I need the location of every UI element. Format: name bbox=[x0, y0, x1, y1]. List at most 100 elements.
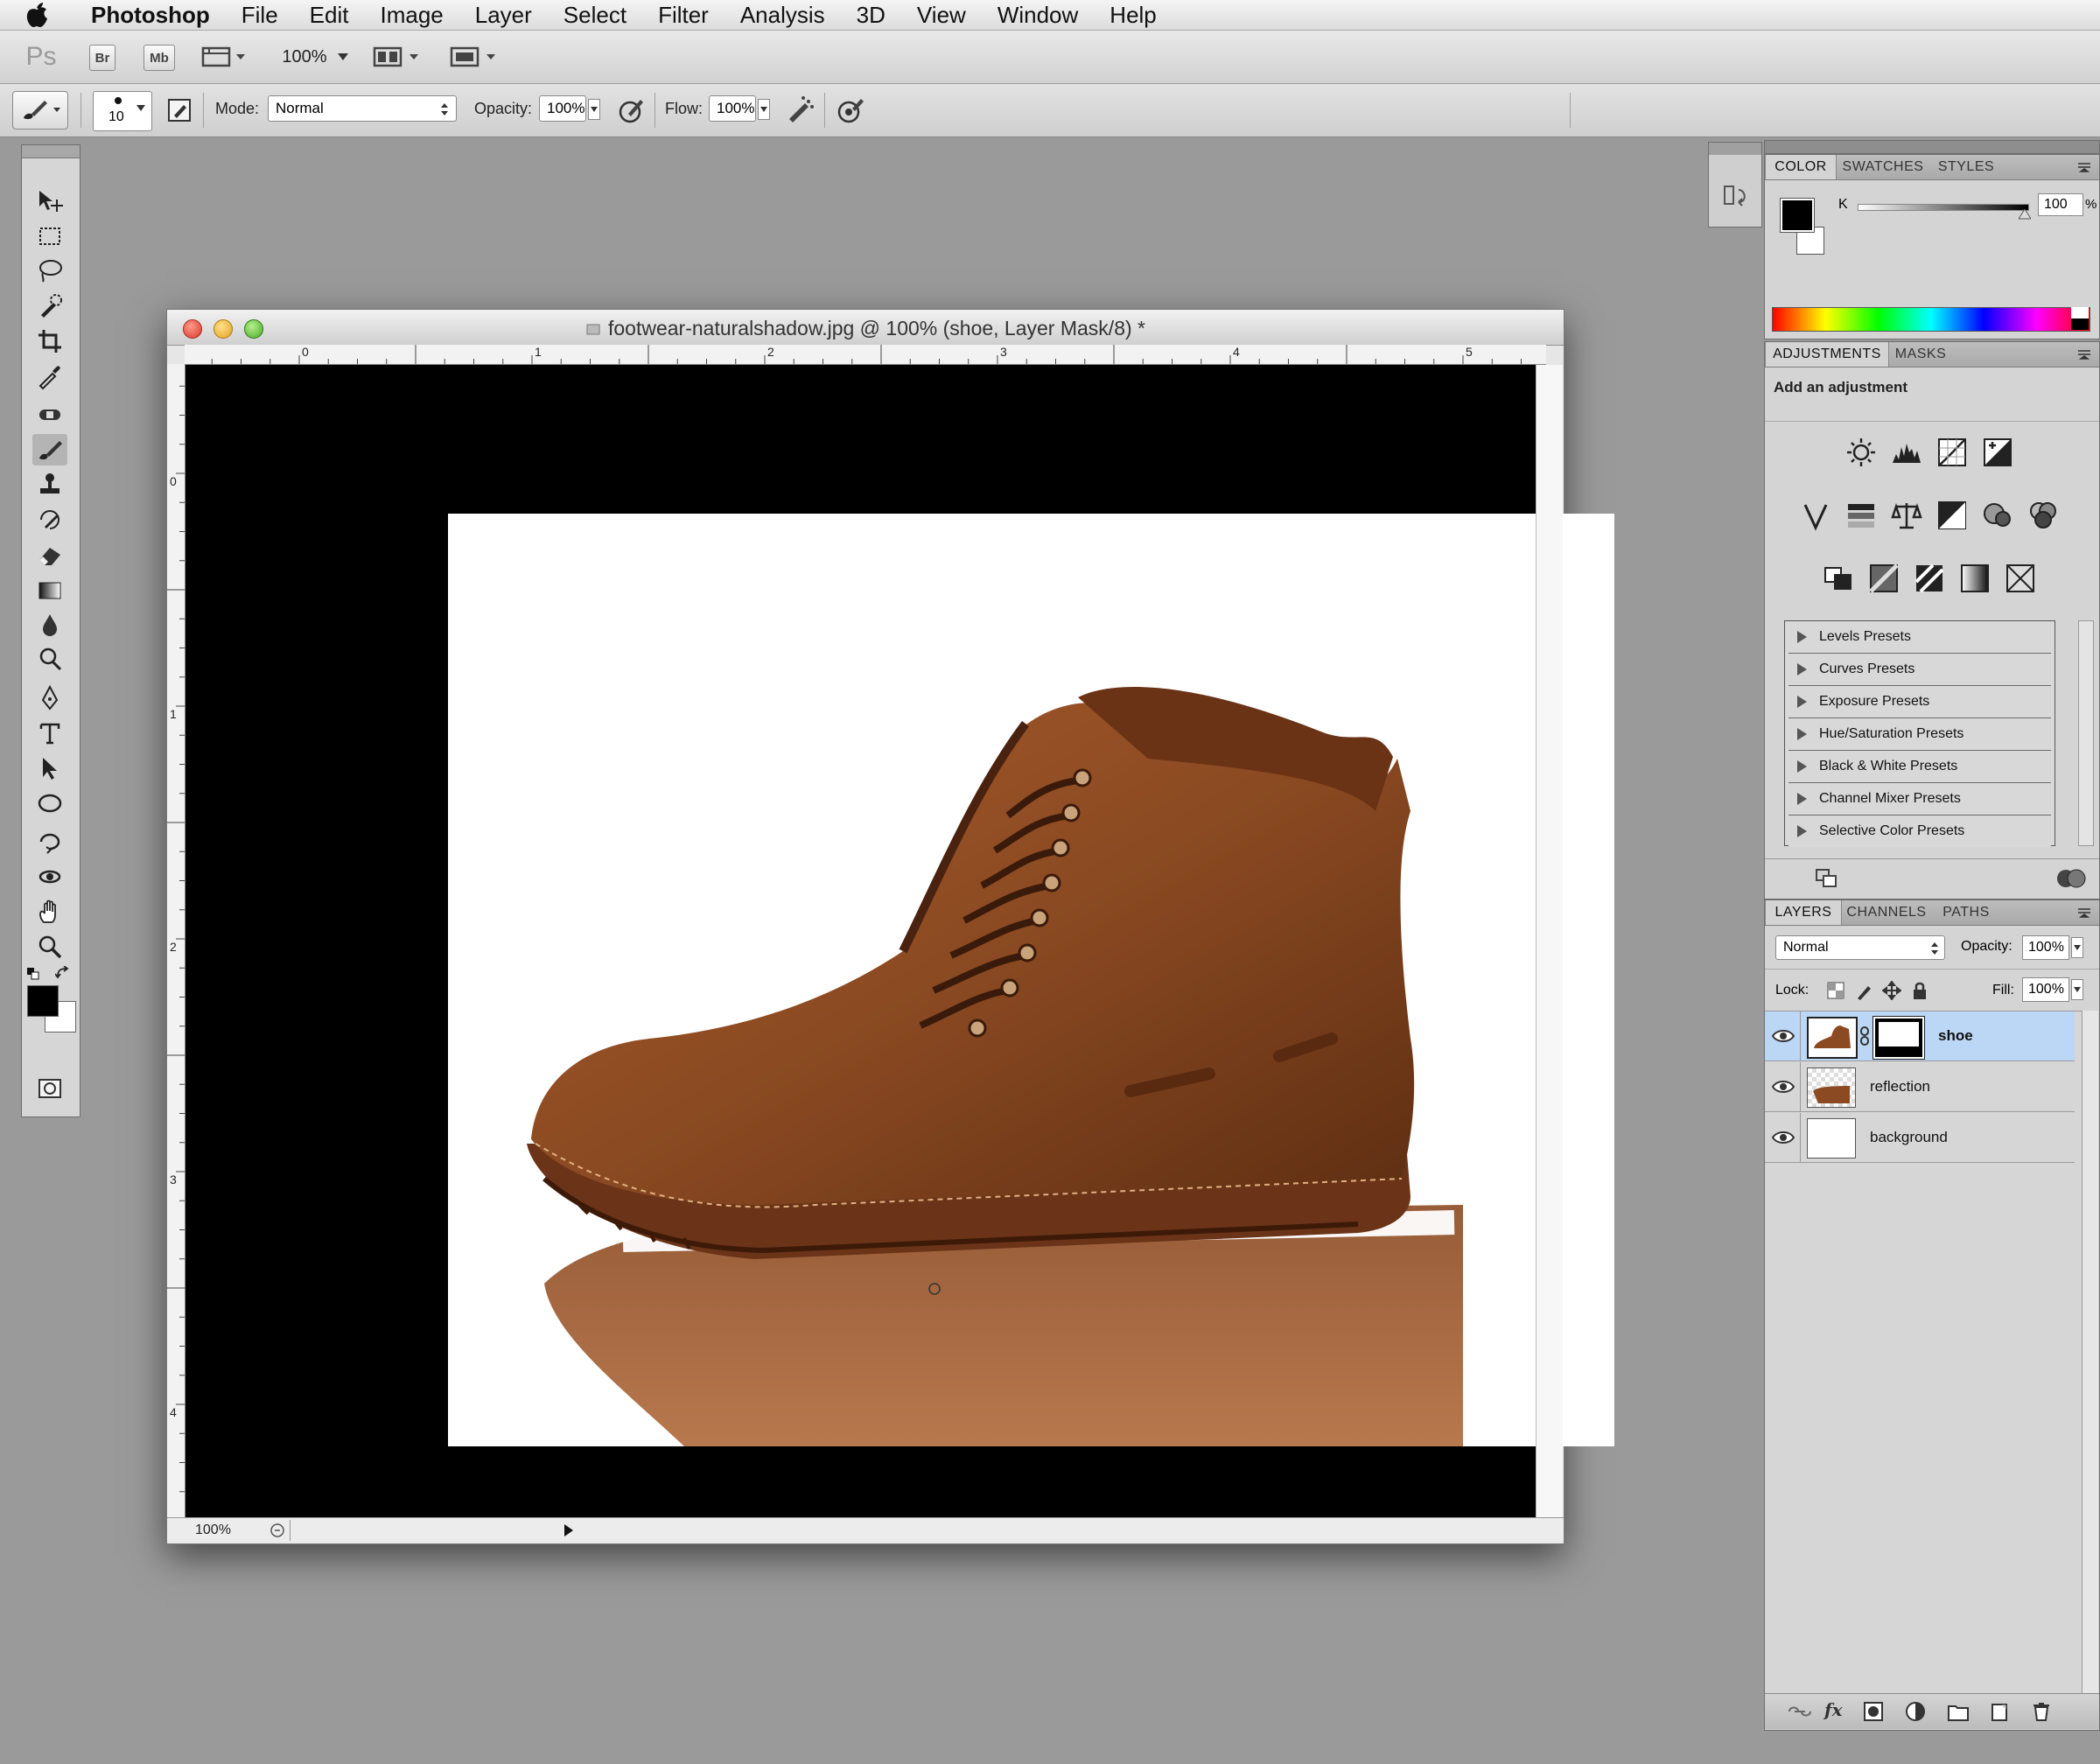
panel-menu-icon[interactable] bbox=[2076, 162, 2092, 172]
launch-mini-bridge-button[interactable]: Mb bbox=[144, 45, 175, 71]
brightness-contrast-button[interactable] bbox=[1844, 435, 1879, 470]
color-balance-button[interactable] bbox=[1889, 498, 1924, 533]
channel-mixer-button[interactable] bbox=[2026, 498, 2061, 533]
horizontal-ruler[interactable]: 0 1 2 3 4 5 bbox=[185, 345, 1546, 365]
k-slider-handle[interactable] bbox=[2019, 209, 2031, 220]
play-arrow-icon[interactable] bbox=[563, 1523, 575, 1537]
status-info-icon[interactable] bbox=[269, 1522, 286, 1538]
menu-view[interactable]: View bbox=[901, 2, 982, 29]
panel-menu-icon[interactable] bbox=[2076, 907, 2092, 918]
layer-row-reflection[interactable]: reflection bbox=[1765, 1062, 2075, 1112]
layer-opacity-arrow-icon[interactable] bbox=[2071, 937, 2083, 958]
levels-button[interactable] bbox=[1889, 435, 1924, 470]
vertical-ruler[interactable]: 0 1 2 3 4 bbox=[167, 364, 186, 1517]
vibrance-button[interactable] bbox=[1798, 498, 1833, 533]
hue-saturation-button[interactable] bbox=[1844, 498, 1879, 533]
tab-styles[interactable]: STYLES bbox=[1931, 155, 2001, 179]
status-zoom-value[interactable]: 100% bbox=[195, 1522, 231, 1538]
eye-visibility-icon[interactable] bbox=[1772, 1129, 1795, 1146]
mask-link-icon[interactable] bbox=[1859, 1026, 1870, 1046]
quick-mask-mode-button[interactable] bbox=[32, 1073, 67, 1104]
layer-thumbnail-shoe[interactable] bbox=[1807, 1017, 1858, 1059]
tab-color[interactable]: COLOR bbox=[1765, 155, 1837, 179]
pressure-opacity-button[interactable] bbox=[616, 94, 648, 126]
layer-thumbnail-background[interactable] bbox=[1807, 1118, 1856, 1158]
view-extras-button[interactable] bbox=[198, 39, 250, 74]
menu-filter[interactable]: Filter bbox=[642, 2, 724, 29]
new-group-folder-icon[interactable] bbox=[1947, 1701, 1970, 1722]
spectrum-white-chip[interactable] bbox=[2071, 307, 2089, 318]
menu-analysis[interactable]: Analysis bbox=[724, 2, 841, 29]
eyedropper-tool[interactable] bbox=[32, 360, 67, 392]
ellipse-tool[interactable] bbox=[32, 788, 67, 819]
history-panel-button[interactable] bbox=[1721, 181, 1751, 211]
k-slider-track[interactable] bbox=[1858, 204, 2029, 211]
gradient-map-button[interactable] bbox=[1957, 561, 1992, 596]
preset-exposure[interactable]: Exposure Presets bbox=[1788, 686, 2051, 718]
layers-scrollbar[interactable] bbox=[2082, 1011, 2098, 1693]
default-colors-button[interactable] bbox=[27, 968, 39, 980]
gradient-tool[interactable] bbox=[32, 574, 67, 606]
image-canvas[interactable] bbox=[448, 514, 1614, 1446]
preset-hue-saturation[interactable]: Hue/Saturation Presets bbox=[1788, 718, 2051, 751]
new-layer-icon[interactable] bbox=[1989, 1701, 2010, 1722]
path-selection-tool[interactable] bbox=[32, 752, 67, 784]
lock-transparency-icon[interactable] bbox=[1826, 981, 1845, 1000]
swap-colors-button[interactable] bbox=[54, 965, 71, 982]
crop-tool[interactable] bbox=[32, 326, 67, 357]
panel-menu-icon[interactable] bbox=[2076, 349, 2092, 360]
menu-select[interactable]: Select bbox=[548, 2, 642, 29]
presets-scrollbar[interactable] bbox=[2078, 620, 2094, 846]
menu-file[interactable]: File bbox=[226, 2, 294, 29]
new-adjustment-layer-icon[interactable] bbox=[1905, 1701, 1926, 1722]
preset-levels[interactable]: Levels Presets bbox=[1788, 621, 2051, 654]
tool-preset-picker[interactable] bbox=[12, 91, 68, 130]
link-layers-icon[interactable] bbox=[1786, 1703, 1814, 1720]
layer-opacity-field[interactable]: 100% bbox=[2022, 935, 2069, 960]
lasso-tool[interactable] bbox=[32, 256, 67, 287]
menu-app-photoshop[interactable]: Photoshop bbox=[75, 2, 226, 29]
photo-filter-button[interactable] bbox=[1980, 498, 2015, 533]
layer-mask-thumbnail[interactable] bbox=[1872, 1016, 1925, 1060]
eye-visibility-icon[interactable] bbox=[1772, 1027, 1795, 1045]
brush-panel-toggle[interactable] bbox=[166, 96, 194, 124]
dodge-tool[interactable] bbox=[32, 644, 67, 676]
preset-channel-mixer[interactable]: Channel Mixer Presets bbox=[1788, 783, 2051, 816]
move-tool[interactable] bbox=[32, 186, 67, 217]
lock-image-pixels-icon[interactable] bbox=[1854, 981, 1873, 1000]
tab-channels[interactable]: CHANNELS bbox=[1842, 900, 1931, 925]
pressure-size-button[interactable] bbox=[835, 94, 866, 126]
tab-paths[interactable]: PATHS bbox=[1933, 900, 1999, 925]
trash-delete-icon[interactable] bbox=[2031, 1701, 2052, 1722]
menu-window[interactable]: Window bbox=[982, 2, 1094, 29]
lock-position-icon[interactable] bbox=[1882, 981, 1901, 1000]
panel-dock-header[interactable] bbox=[1764, 140, 2100, 154]
tools-panel-header[interactable] bbox=[22, 145, 80, 158]
layer-name-shoe[interactable]: shoe bbox=[1938, 1027, 1973, 1045]
tab-masks[interactable]: MASKS bbox=[1889, 342, 1952, 367]
add-mask-icon[interactable] bbox=[1863, 1701, 1884, 1722]
dock-header[interactable] bbox=[1709, 143, 1761, 155]
hand-tool[interactable] bbox=[32, 896, 67, 928]
eraser-tool[interactable] bbox=[32, 539, 67, 570]
layer-name-background[interactable]: background bbox=[1870, 1129, 1948, 1146]
opacity-field[interactable]: 100% bbox=[539, 95, 586, 122]
preset-curves[interactable]: Curves Presets bbox=[1788, 654, 2051, 686]
flow-slider-arrow-icon[interactable] bbox=[758, 99, 770, 120]
selective-color-button[interactable] bbox=[2003, 561, 2038, 596]
spectrum-black-chip[interactable] bbox=[2071, 318, 2089, 330]
clip-to-layer-button[interactable] bbox=[1814, 867, 1840, 890]
layer-blend-mode-select[interactable]: Normal bbox=[1775, 935, 1945, 960]
3d-rotate-tool[interactable] bbox=[32, 826, 67, 858]
curves-button[interactable] bbox=[1935, 435, 1970, 470]
rectangular-marquee-tool[interactable] bbox=[32, 220, 67, 252]
layer-thumbnail-reflection[interactable] bbox=[1807, 1068, 1856, 1108]
screen-mode-button[interactable] bbox=[448, 39, 504, 74]
menu-help[interactable]: Help bbox=[1094, 2, 1172, 29]
k-value-field[interactable]: 100 bbox=[2038, 193, 2083, 216]
menu-3d[interactable]: 3D bbox=[841, 2, 901, 29]
menu-edit[interactable]: Edit bbox=[294, 2, 365, 29]
fx-icon[interactable]: fx bbox=[1824, 1699, 1843, 1720]
foreground-color-chip[interactable] bbox=[1780, 198, 1815, 233]
layer-fill-arrow-icon[interactable] bbox=[2071, 979, 2083, 1000]
